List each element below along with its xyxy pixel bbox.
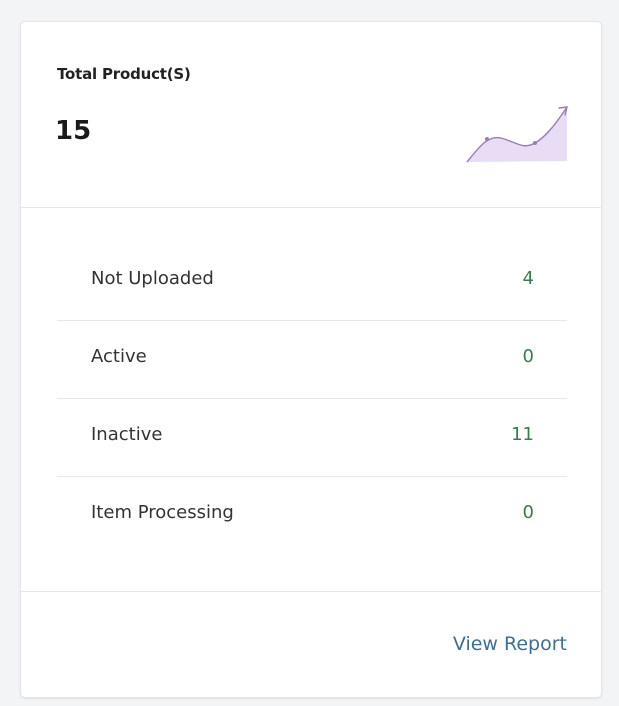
status-label: Inactive: [91, 424, 163, 445]
status-row-item-processing: Item Processing 0: [57, 477, 567, 555]
status-count: 4: [522, 268, 534, 289]
status-count: 0: [522, 502, 534, 523]
card-footer: View Report: [21, 591, 601, 697]
status-count: 11: [511, 424, 534, 445]
status-label: Not Uploaded: [91, 268, 214, 289]
status-label: Active: [91, 346, 147, 367]
status-label: Item Processing: [91, 502, 234, 523]
summary-title: Total Product(S): [57, 65, 191, 83]
status-list: Not Uploaded 4 Active 0 Inactive 11 Item…: [57, 243, 567, 555]
status-row-not-uploaded: Not Uploaded 4: [57, 243, 567, 321]
status-row-active: Active 0: [57, 321, 567, 399]
total-products-value: 15: [55, 116, 92, 146]
trend-up-icon: [466, 106, 568, 163]
summary-header: Total Product(S) 15: [21, 22, 601, 208]
view-report-link[interactable]: View Report: [453, 633, 567, 655]
product-summary-card: Total Product(S) 15 Not Uploaded 4 Activ…: [20, 21, 602, 698]
status-count: 0: [522, 346, 534, 367]
status-row-inactive: Inactive 11: [57, 399, 567, 477]
